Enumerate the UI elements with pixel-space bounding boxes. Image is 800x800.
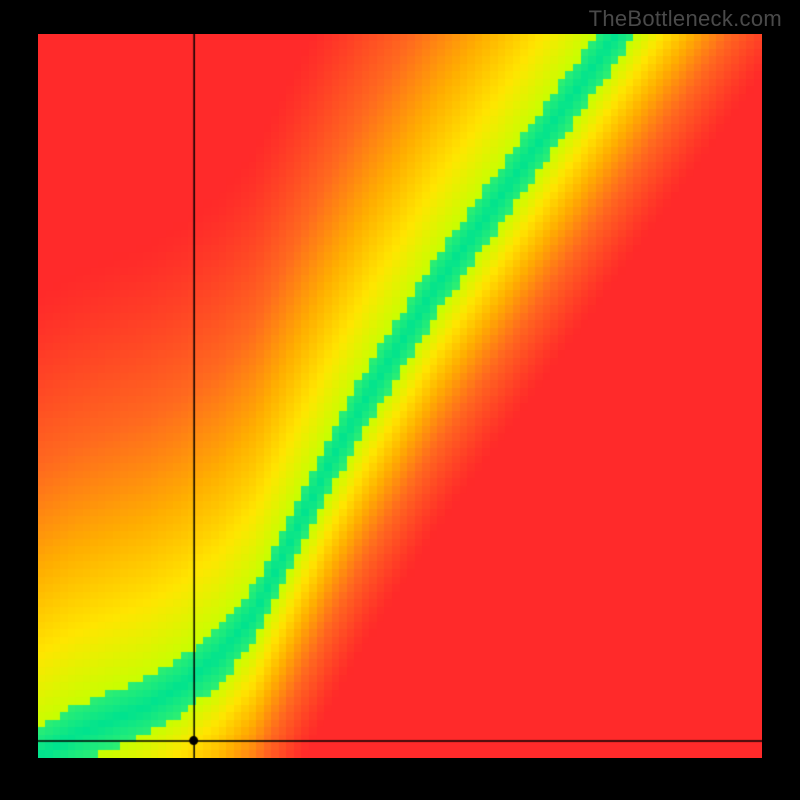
heatmap-canvas (38, 34, 762, 758)
heatmap-plot-area (38, 34, 762, 758)
watermark-text: TheBottleneck.com (589, 6, 782, 32)
chart-container: TheBottleneck.com (0, 0, 800, 800)
